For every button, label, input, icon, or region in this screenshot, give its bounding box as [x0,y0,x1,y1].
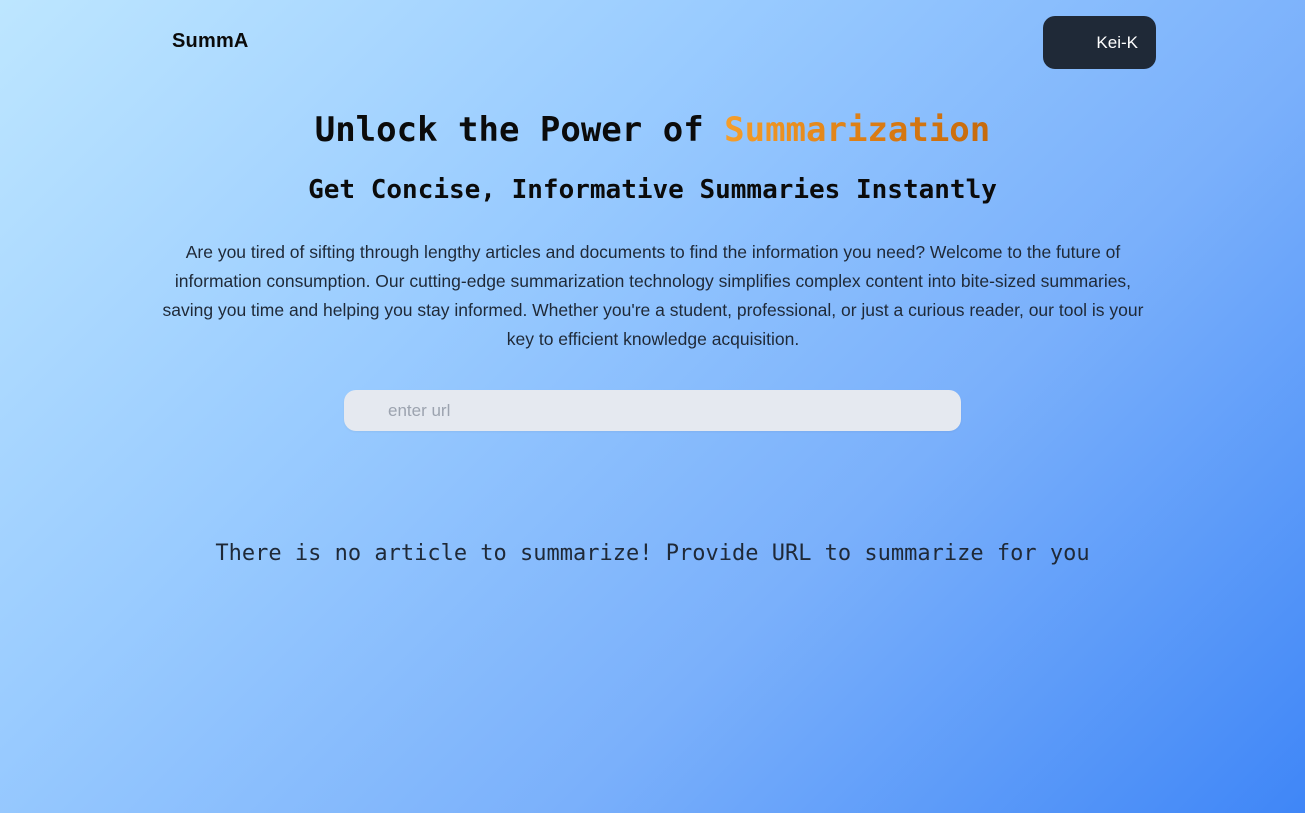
hero-section: Unlock the Power of Summarization Get Co… [0,108,1305,208]
url-input[interactable] [344,390,961,431]
app-logo[interactable]: SummA [172,30,249,53]
url-input-container [344,390,961,431]
page-subtitle: Get Concise, Informative Summaries Insta… [308,175,997,205]
page-title: Unlock the Power of Summarization [0,108,1305,152]
hero-description: Are you tired of sifting through lengthy… [162,242,1144,349]
empty-state-message: There is no article to summarize! Provid… [215,541,1090,566]
title-accent: Summarization [724,110,991,150]
page: SummA Kei-K Unlock the Power of Summariz… [0,0,1305,813]
title-prefix: Unlock the Power of [314,110,725,150]
user-account-button[interactable]: Kei-K [1043,16,1156,69]
